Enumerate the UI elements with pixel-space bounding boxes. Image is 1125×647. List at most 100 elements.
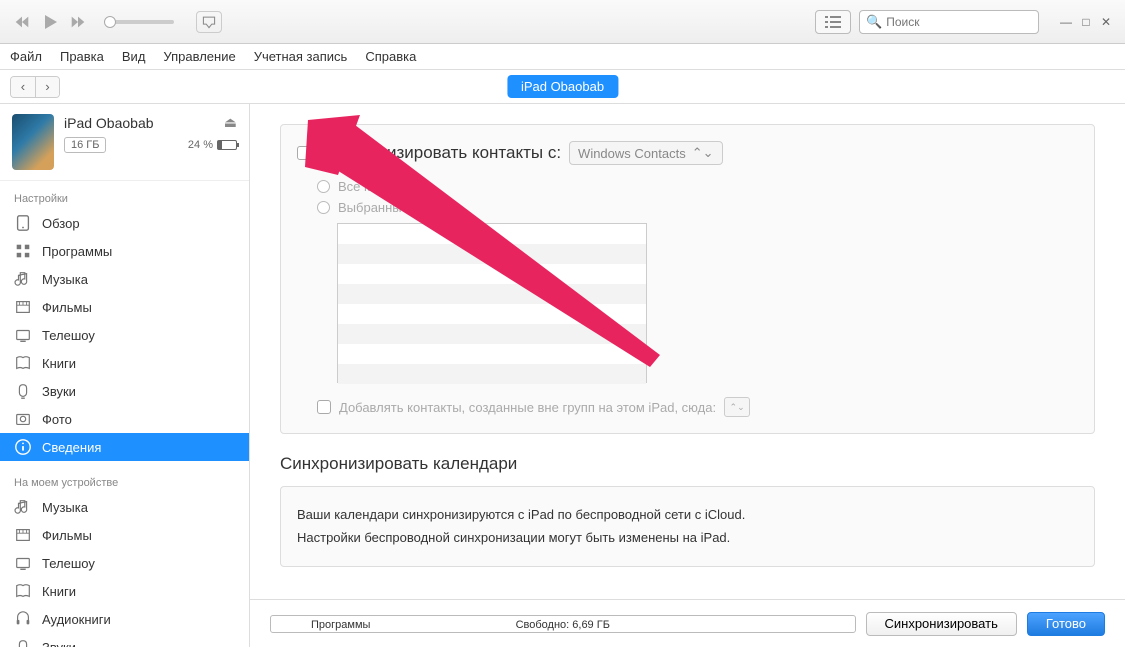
airplay-button[interactable] bbox=[196, 11, 222, 33]
playback-controls bbox=[10, 10, 222, 34]
search-input[interactable]: 🔍 bbox=[859, 10, 1039, 34]
calendars-panel: Ваши календари синхронизируются с iPad п… bbox=[280, 486, 1095, 567]
sidebar-item-label: Фильмы bbox=[42, 300, 92, 315]
apps-icon bbox=[14, 242, 32, 260]
calendars-line2: Настройки беспроводной синхронизации мог… bbox=[297, 526, 1078, 549]
battery-indicator: 24 % bbox=[188, 139, 237, 151]
movies-icon bbox=[14, 526, 32, 544]
sync-contacts-label: Синхронизировать контакты с: bbox=[319, 143, 561, 163]
sidebar-item-tv[interactable]: Телешоу bbox=[0, 549, 249, 577]
eject-icon[interactable]: ⏏ bbox=[224, 114, 237, 131]
sidebar-item-music[interactable]: Музыка bbox=[0, 265, 249, 293]
sidebar-item-apps[interactable]: Программы bbox=[0, 237, 249, 265]
device-section-title: На моем устройстве bbox=[0, 473, 249, 493]
add-outside-dropdown[interactable]: ⌃⌄ bbox=[724, 397, 750, 417]
books-icon bbox=[14, 582, 32, 600]
contacts-provider-dropdown[interactable]: Windows Contacts ⌃⌄ bbox=[569, 141, 722, 165]
menu-edit[interactable]: Правка bbox=[60, 49, 104, 64]
bottom-bar: Программы Свободно: 6,69 ГБ Синхронизиро… bbox=[250, 599, 1125, 647]
sidebar-item-label: Книги bbox=[42, 584, 76, 599]
radio-selected-groups[interactable] bbox=[317, 201, 330, 214]
menu-account[interactable]: Учетная запись bbox=[254, 49, 348, 64]
search-icon: 🔍 bbox=[866, 14, 882, 30]
books-icon bbox=[14, 354, 32, 372]
minimize-button[interactable]: — bbox=[1057, 14, 1075, 30]
maximize-button[interactable]: □ bbox=[1077, 14, 1095, 30]
contacts-panel: Синхронизировать контакты с: Windows Con… bbox=[280, 124, 1095, 434]
top-toolbar: 🔍 — □ ✕ bbox=[0, 0, 1125, 44]
sidebar-item-label: Фото bbox=[42, 412, 72, 427]
device-thumbnail-icon bbox=[12, 114, 54, 170]
sidebar-item-tones[interactable]: Звуки bbox=[0, 377, 249, 405]
sidebar-item-label: Программы bbox=[42, 244, 112, 259]
radio-selected-label: Выбранные группы bbox=[338, 200, 454, 215]
device-tab[interactable]: iPad Obaobab bbox=[507, 75, 618, 98]
calendars-line1: Ваши календари синхронизируются с iPad п… bbox=[297, 503, 1078, 526]
content-area: Синхронизировать контакты с: Windows Con… bbox=[250, 104, 1125, 647]
sidebar-item-info[interactable]: Сведения bbox=[0, 433, 249, 461]
tv-icon bbox=[14, 554, 32, 572]
sidebar-item-books[interactable]: Книги bbox=[0, 349, 249, 377]
storage-free-label: Свободно: 6,69 ГБ bbox=[516, 616, 610, 633]
sidebar-item-tones[interactable]: Звуки bbox=[0, 633, 249, 647]
tv-icon bbox=[14, 326, 32, 344]
sidebar-item-label: Сведения bbox=[42, 440, 101, 455]
sidebar-item-label: Музыка bbox=[42, 272, 88, 287]
menu-bar: Файл Правка Вид Управление Учетная запис… bbox=[0, 44, 1125, 70]
sidebar-item-music[interactable]: Музыка bbox=[0, 493, 249, 521]
add-outside-label: Добавлять контакты, созданные вне групп … bbox=[339, 400, 716, 415]
device-header: iPad Obaobab ⏏ 16 ГБ 24 % bbox=[0, 104, 249, 181]
tones-icon bbox=[14, 382, 32, 400]
list-view-button[interactable] bbox=[815, 10, 851, 34]
menu-help[interactable]: Справка bbox=[365, 49, 416, 64]
sidebar-item-books[interactable]: Книги bbox=[0, 577, 249, 605]
device-name-label: iPad Obaobab bbox=[64, 115, 154, 131]
capacity-badge: 16 ГБ bbox=[64, 137, 106, 153]
nav-row: ‹ › iPad Obaobab bbox=[0, 70, 1125, 104]
battery-icon bbox=[217, 140, 237, 150]
menu-file[interactable]: Файл bbox=[10, 49, 42, 64]
sidebar-item-label: Телешоу bbox=[42, 328, 95, 343]
search-field[interactable] bbox=[886, 15, 1032, 29]
sidebar-item-summary[interactable]: Обзор bbox=[0, 209, 249, 237]
volume-slider[interactable] bbox=[104, 20, 174, 24]
nav-arrows: ‹ › bbox=[10, 76, 60, 98]
sidebar-item-movies[interactable]: Фильмы bbox=[0, 521, 249, 549]
done-button[interactable]: Готово bbox=[1027, 612, 1105, 636]
summary-icon bbox=[14, 214, 32, 232]
back-button[interactable]: ‹ bbox=[11, 77, 35, 97]
next-button[interactable] bbox=[66, 10, 90, 34]
sidebar-item-audiobooks[interactable]: Аудиокниги bbox=[0, 605, 249, 633]
sync-button[interactable]: Синхронизировать bbox=[866, 612, 1017, 636]
sidebar-item-photos[interactable]: Фото bbox=[0, 405, 249, 433]
storage-apps-label: Программы bbox=[311, 616, 370, 633]
photos-icon bbox=[14, 410, 32, 428]
groups-list[interactable] bbox=[337, 223, 647, 383]
sidebar-item-label: Звуки bbox=[42, 640, 76, 647]
contacts-provider-value: Windows Contacts bbox=[578, 146, 686, 161]
close-button[interactable]: ✕ bbox=[1097, 14, 1115, 30]
tones-icon bbox=[14, 638, 32, 647]
sync-contacts-checkbox[interactable] bbox=[297, 146, 311, 160]
radio-all-contacts[interactable] bbox=[317, 180, 330, 193]
sidebar-item-label: Звуки bbox=[42, 384, 76, 399]
music-icon bbox=[14, 498, 32, 516]
audiobooks-icon bbox=[14, 610, 32, 628]
sidebar-item-tv[interactable]: Телешоу bbox=[0, 321, 249, 349]
sidebar-item-label: Телешоу bbox=[42, 556, 95, 571]
sidebar-item-movies[interactable]: Фильмы bbox=[0, 293, 249, 321]
window-controls: — □ ✕ bbox=[1057, 14, 1115, 30]
prev-button[interactable] bbox=[10, 10, 34, 34]
sidebar-item-label: Фильмы bbox=[42, 528, 92, 543]
movies-icon bbox=[14, 298, 32, 316]
music-icon bbox=[14, 270, 32, 288]
forward-button[interactable]: › bbox=[35, 77, 59, 97]
play-button[interactable] bbox=[38, 10, 62, 34]
add-outside-checkbox[interactable] bbox=[317, 400, 331, 414]
menu-controls[interactable]: Управление bbox=[163, 49, 235, 64]
sidebar-item-label: Обзор bbox=[42, 216, 80, 231]
calendars-title: Синхронизировать календари bbox=[280, 454, 1095, 474]
info-icon bbox=[14, 438, 32, 456]
menu-view[interactable]: Вид bbox=[122, 49, 146, 64]
chevron-updown-icon: ⌃⌄ bbox=[730, 402, 745, 413]
